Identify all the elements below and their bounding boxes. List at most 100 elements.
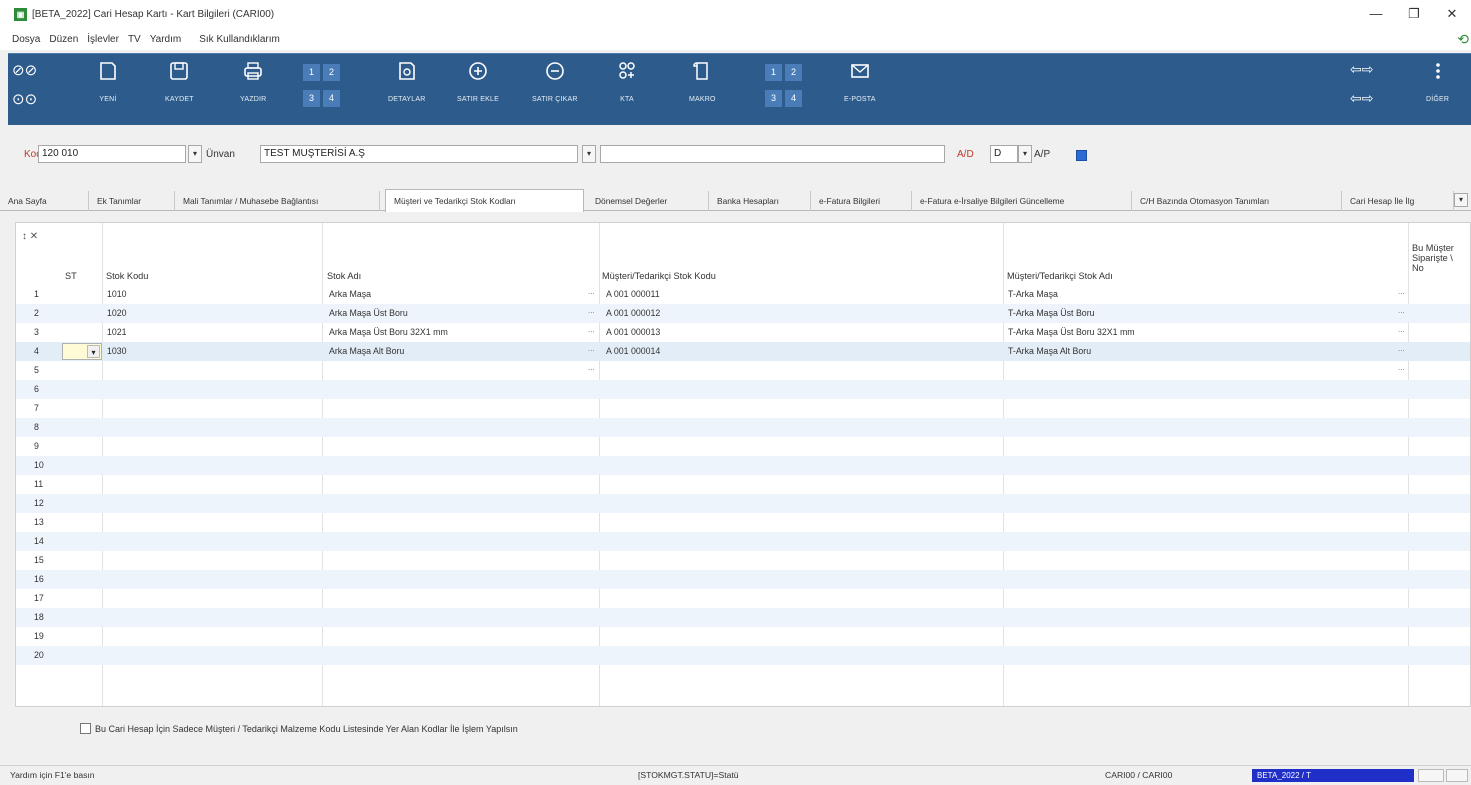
window-switch-icon[interactable]: ⇦⇨ — [1350, 90, 1373, 107]
table-row[interactable]: 9 — [16, 437, 1470, 456]
stok-adi-cell[interactable]: Arka Maşa — [329, 289, 371, 299]
ap-checkbox[interactable] — [1076, 150, 1087, 161]
table-row[interactable]: 19 — [16, 627, 1470, 646]
unvan-input[interactable]: TEST MUŞTERİSİ A.Ş — [260, 145, 578, 163]
table-row[interactable]: 2 1020 Arka Maşa Üst Boru A 001 000012 T-Ark… — [16, 304, 1470, 323]
chevron-down-icon[interactable]: ▾ — [87, 345, 100, 358]
table-row[interactable]: 11 — [16, 475, 1470, 494]
mt-stok-adi-cell[interactable]: T-Arka Maşa Alt Boru — [1008, 346, 1091, 356]
stok-kodu-cell[interactable]: 1020 — [107, 308, 127, 318]
table-row[interactable]: 8 — [16, 418, 1470, 437]
layout-grid-button-2[interactable]: 1 2 3 4 — [765, 64, 809, 114]
unvan-extra-input[interactable] — [600, 145, 945, 163]
ellipsis-icon[interactable]: ... — [588, 287, 595, 296]
table-row[interactable]: 16 — [16, 570, 1470, 589]
tab-otomasyon-tanimlari[interactable]: C/H Bazında Otomasyon Tanımları — [1132, 191, 1342, 211]
table-row[interactable]: 3 1021 Arka Maşa Üst Boru 32X1 mm A 001 000… — [16, 323, 1470, 342]
other-button[interactable]: DİĞER — [1426, 60, 1449, 103]
mt-stok-kodu-cell[interactable]: A 001 000013 — [606, 327, 660, 337]
close-button[interactable]: ✕ — [1433, 0, 1471, 28]
tab-donemsel-degerler[interactable]: Dönemsel Değerler — [587, 191, 709, 211]
stok-kodu-cell[interactable]: 1030 — [107, 346, 127, 356]
tab-overflow-button[interactable]: ▾ — [1454, 193, 1468, 207]
tab-musteri-tedarikci-stok-kodlari[interactable]: Müşteri ve Tedarikçi Stok Kodları — [385, 189, 584, 212]
ad-select[interactable]: D — [990, 145, 1018, 163]
ad-dropdown-button[interactable]: ▾ — [1018, 145, 1032, 163]
header-stok-adi[interactable]: Stok Adı — [327, 271, 361, 281]
mt-stok-kodu-cell[interactable]: A 001 000011 — [606, 289, 660, 299]
window-nav-icon[interactable]: ⇦⇨ — [1350, 61, 1373, 78]
stok-kodu-cell[interactable]: 1021 — [107, 327, 127, 337]
tab-efatura-bilgileri[interactable]: e-Fatura Bilgileri — [811, 191, 912, 211]
tab-efatura-guncelleme[interactable]: e-Fatura e-İrsaliye Bilgileri Güncelleme — [912, 191, 1132, 211]
add-row-button[interactable]: SATIR EKLE — [457, 60, 499, 103]
ellipsis-icon[interactable]: ... — [588, 363, 595, 372]
unvan-dropdown-button[interactable]: ▾ — [582, 145, 596, 163]
stok-adi-cell[interactable]: Arka Maşa Üst Boru 32X1 mm — [329, 327, 448, 337]
table-row[interactable]: 20 — [16, 646, 1470, 665]
mt-stok-kodu-cell[interactable]: A 001 000014 — [606, 346, 660, 356]
menu-yardim[interactable]: Yardım — [150, 34, 182, 45]
mt-stok-adi-cell[interactable]: T-Arka Maşa Üst Boru 32X1 mm — [1008, 327, 1135, 337]
kta-button[interactable]: KTA — [616, 60, 638, 103]
macro-button[interactable]: MAKRO — [689, 60, 716, 103]
table-row[interactable]: 18 — [16, 608, 1470, 627]
ellipsis-icon[interactable]: ... — [1398, 325, 1405, 334]
menu-tv[interactable]: TV — [128, 34, 141, 45]
ellipsis-icon[interactable]: ... — [1398, 344, 1405, 353]
layout-grid-button[interactable]: 1 2 3 4 — [303, 64, 347, 114]
table-row[interactable]: 13 — [16, 513, 1470, 532]
stok-kodu-cell[interactable]: 1010 — [107, 289, 127, 299]
tab-banka-hesaplari[interactable]: Banka Hesapları — [709, 191, 811, 211]
table-row[interactable]: 5...... — [16, 361, 1470, 380]
tab-mali-tanimlar[interactable]: Mali Tanımlar / Muhasebe Bağlantısı — [175, 191, 380, 211]
print-button[interactable]: YAZDIR — [240, 60, 266, 103]
table-row[interactable]: 17 — [16, 589, 1470, 608]
stok-adi-cell[interactable]: Arka Maşa Üst Boru — [329, 308, 408, 318]
menu-dosya[interactable]: Dosya — [12, 34, 40, 45]
tab-ana-sayfa[interactable]: Ana Sayfa — [0, 191, 89, 211]
table-row[interactable]: 10 — [16, 456, 1470, 475]
menu-islevler[interactable]: İşlevler — [87, 34, 119, 45]
kod-dropdown-button[interactable]: ▾ — [188, 145, 202, 163]
table-row[interactable]: 7 — [16, 399, 1470, 418]
refresh-icon[interactable]: ⟲ — [1457, 31, 1469, 48]
tab-cari-hesap-ile-ilgili[interactable]: Cari Hesap İle İlg — [1342, 191, 1454, 211]
header-mt-stok-kodu[interactable]: Müşteri/Tedarikçi Stok Kodu — [602, 271, 716, 281]
nav-first-last-icon[interactable]: ⊘⊘ — [12, 61, 37, 79]
table-row[interactable]: 6 — [16, 380, 1470, 399]
new-button[interactable]: YENİ — [97, 60, 119, 103]
ellipsis-icon[interactable]: ... — [1398, 287, 1405, 296]
mt-stok-kodu-cell[interactable]: A 001 000012 — [606, 308, 660, 318]
details-button[interactable]: DETAYLAR — [388, 60, 426, 103]
minimize-button[interactable]: — — [1357, 0, 1395, 28]
table-row[interactable]: 4 ▾ 1030 Arka Maşa Alt Boru A 001 000014 T-Ar… — [16, 342, 1470, 361]
table-row[interactable]: 1 1010 Arka Maşa A 001 000011 T-Arka Maşa...… — [16, 285, 1470, 304]
only-listed-codes-checkbox[interactable] — [80, 723, 91, 734]
table-row[interactable]: 14 — [16, 532, 1470, 551]
table-row[interactable]: 15 — [16, 551, 1470, 570]
maximize-button[interactable]: ❐ — [1395, 0, 1433, 28]
ellipsis-icon[interactable]: ... — [1398, 306, 1405, 315]
table-row[interactable]: 12 — [16, 494, 1470, 513]
st-combo[interactable]: ▾ — [62, 343, 102, 360]
ellipsis-icon[interactable]: ... — [588, 306, 595, 315]
mt-stok-adi-cell[interactable]: T-Arka Maşa Üst Boru — [1008, 308, 1095, 318]
ellipsis-icon[interactable]: ... — [588, 344, 595, 353]
stok-adi-cell[interactable]: Arka Maşa Alt Boru — [329, 346, 404, 356]
menu-favorites[interactable]: Sık Kullandıklarım — [199, 34, 280, 45]
menu-duzen[interactable]: Düzen — [49, 34, 78, 45]
save-button[interactable]: KAYDET — [165, 60, 194, 103]
mt-stok-adi-cell[interactable]: T-Arka Maşa — [1008, 289, 1058, 299]
header-siparis-no[interactable]: Bu Müşter Siparişte \ No — [1412, 243, 1462, 273]
kod-input[interactable]: 120 010 — [38, 145, 186, 163]
nav-prev-next-icon[interactable]: ⊙⊙ — [12, 90, 37, 108]
header-st[interactable]: ST — [65, 271, 77, 281]
header-mt-stok-adi[interactable]: Müşteri/Tedarikçi Stok Adı — [1007, 271, 1113, 281]
ellipsis-icon[interactable]: ... — [588, 325, 595, 334]
email-button[interactable]: E-POSTA — [844, 60, 876, 103]
bottom-checkbox-row[interactable]: Bu Cari Hesap İçin Sadece Müşteri / Teda… — [80, 723, 518, 734]
ellipsis-icon[interactable]: ... — [1398, 363, 1405, 372]
header-stok-kodu[interactable]: Stok Kodu — [106, 271, 148, 281]
grid-corner-icon[interactable]: ↕ ✕ — [22, 231, 38, 242]
